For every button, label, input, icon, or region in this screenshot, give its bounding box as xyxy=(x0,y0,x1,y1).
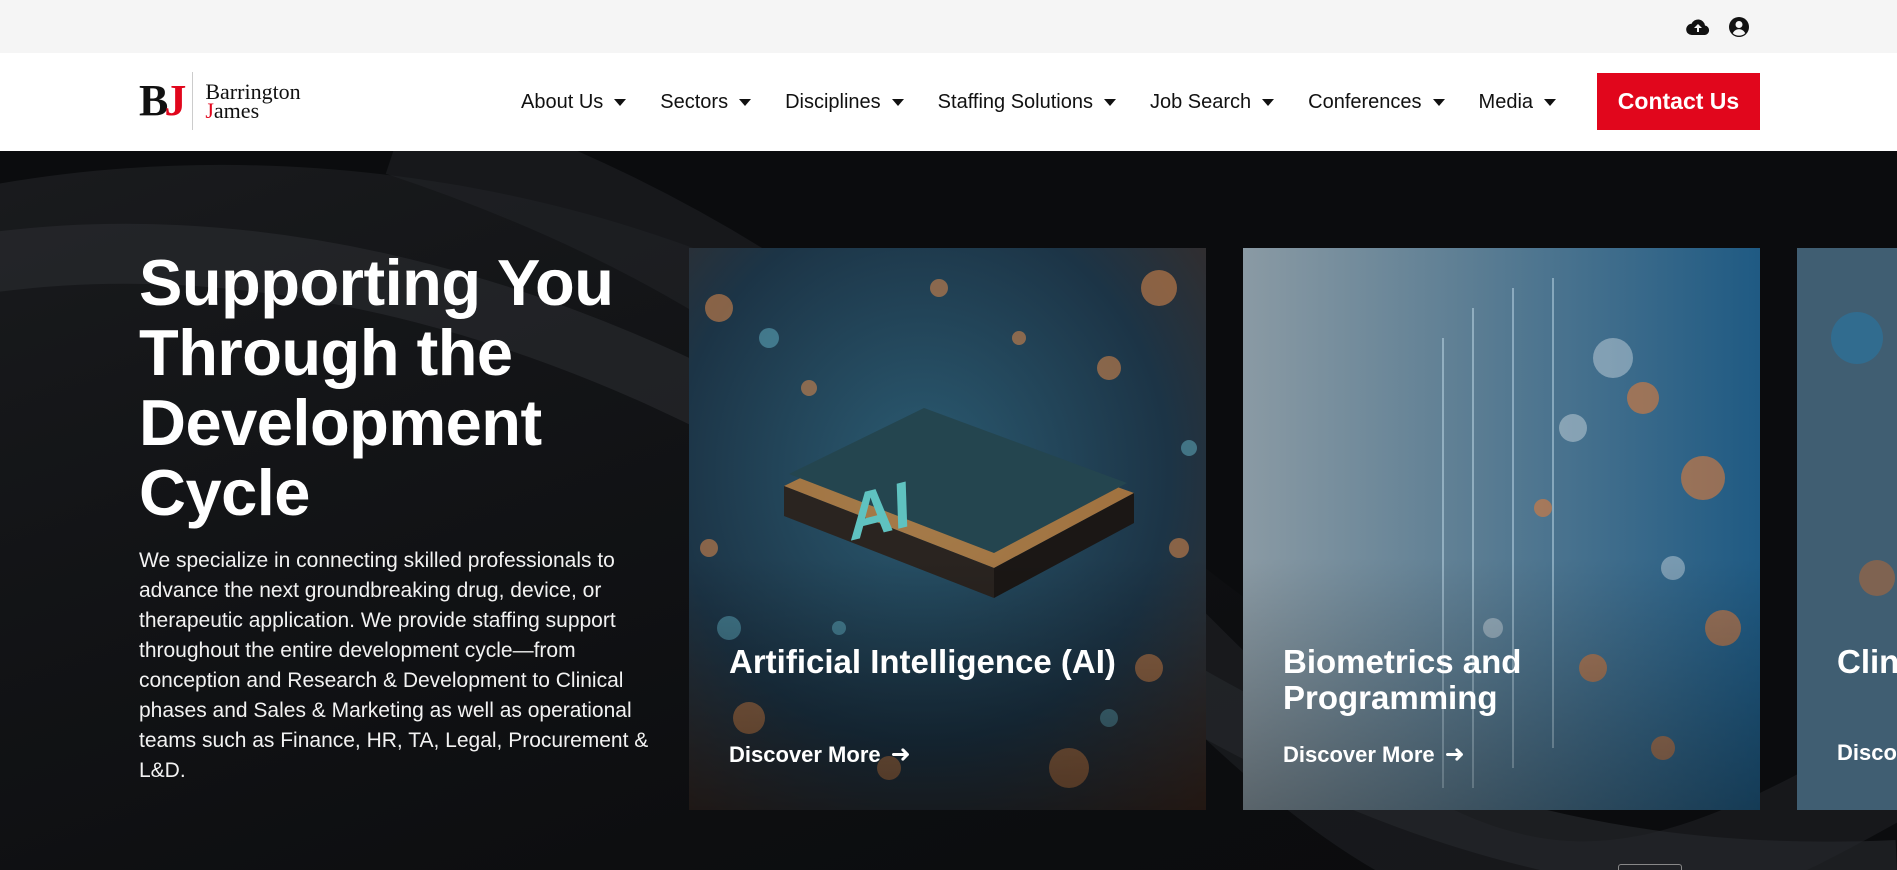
caret-down-icon xyxy=(1103,98,1116,106)
hero-description: We specialize in connecting skilled prof… xyxy=(139,549,649,782)
utility-bar xyxy=(0,0,1897,53)
logo-divider xyxy=(192,72,194,130)
nav-item-conferences[interactable]: Conferences xyxy=(1308,91,1445,114)
caret-down-icon xyxy=(1544,98,1557,106)
caret-down-icon xyxy=(1432,98,1445,106)
card-title: Artificial Intelligence (AI) xyxy=(729,643,1116,680)
barrington-james-logo[interactable]: BJ Barrington James xyxy=(139,72,339,130)
contact-us-button[interactable]: Contact Us xyxy=(1597,73,1760,130)
ai-chip-image: AI xyxy=(689,248,1206,810)
discover-more-link[interactable]: Discover More ➜ xyxy=(1283,740,1465,769)
card-clinical-partial[interactable]: Clin Disco xyxy=(1797,248,1897,810)
account-circle-icon[interactable] xyxy=(1727,15,1751,39)
discover-more-link[interactable]: Discover More ➜ xyxy=(729,740,911,769)
nav-item-staffing-solutions[interactable]: Staffing Solutions xyxy=(938,91,1116,114)
clinical-image xyxy=(1797,248,1897,810)
arrow-right-icon: ➜ xyxy=(890,741,911,768)
card-biometrics-and-programming[interactable]: Biometrics and Programming Discover More… xyxy=(1243,248,1760,810)
caret-down-icon xyxy=(739,98,752,106)
slider-indicator[interactable] xyxy=(1618,864,1682,870)
nav-item-media[interactable]: Media xyxy=(1479,91,1557,114)
nav-item-disciplines[interactable]: Disciplines xyxy=(785,91,904,114)
hero-section: Supporting You Through the Development C… xyxy=(0,151,1897,870)
caret-down-icon xyxy=(891,98,904,106)
hero-title: Supporting You Through the Development C… xyxy=(139,246,614,529)
discover-more-link[interactable]: Disco xyxy=(1837,740,1897,766)
main-navbar: BJ Barrington James About Us Sectors Dis… xyxy=(0,53,1897,151)
logo-wordmark: Barrington James xyxy=(205,79,301,123)
nav-item-sectors[interactable]: Sectors xyxy=(660,91,752,114)
nav-menu: About Us Sectors Disciplines Staffing So… xyxy=(521,53,1590,151)
cloud-upload-icon[interactable] xyxy=(1686,15,1710,39)
caret-down-icon xyxy=(614,98,627,106)
card-artificial-intelligence[interactable]: AI Artificial Intelligence (AI) Discover… xyxy=(689,248,1206,810)
biometrics-data-image xyxy=(1243,248,1760,810)
arrow-right-icon: ➜ xyxy=(1444,741,1465,768)
logo-mark: BJ xyxy=(139,76,186,125)
card-title: Clin xyxy=(1837,643,1897,680)
nav-item-about-us[interactable]: About Us xyxy=(521,91,627,114)
caret-down-icon xyxy=(1262,98,1275,106)
nav-item-job-search[interactable]: Job Search xyxy=(1150,91,1275,114)
card-title: Biometrics and Programming xyxy=(1283,643,1522,716)
